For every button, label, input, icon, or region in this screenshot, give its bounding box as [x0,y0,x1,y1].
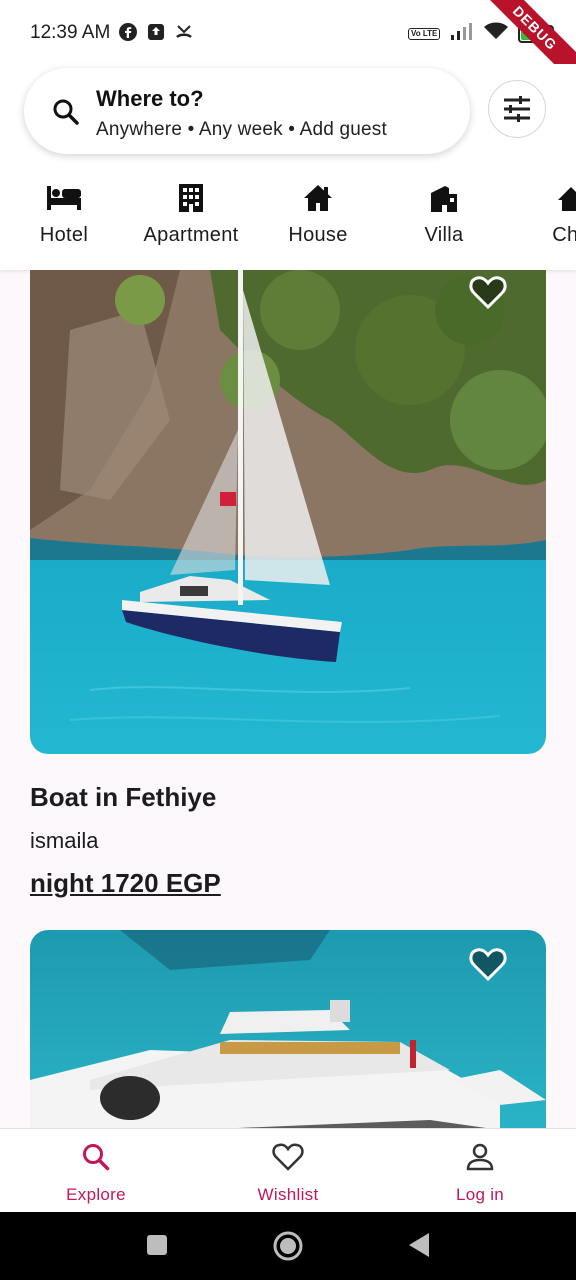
recents-icon[interactable] [146,1234,168,1256]
bottom-navigation: Explore Wishlist Log in [0,1128,576,1212]
system-navigation-bar [0,1212,576,1280]
chalet-icon [558,187,576,211]
explore-header: Where to? Anywhere • Any week • Add gues… [0,64,576,270]
person-icon [466,1143,494,1171]
heart-outline-icon [272,1143,304,1171]
home-icon[interactable] [272,1230,304,1262]
house-icon [304,185,332,211]
missed-call-icon [174,22,194,42]
boat-photo [30,270,546,754]
status-bar: 12:39 AM Vo LTE 49 DEBUG [0,0,576,90]
nav-explore[interactable]: Explore [26,1139,166,1205]
upload-icon [146,22,166,42]
bed-icon [47,186,81,210]
category-villa[interactable]: Villa [380,178,508,247]
search-subtitle: Anywhere • Any week • Add guest [96,119,387,140]
search-icon [53,99,79,125]
listing-title: Boat in Fethiye [30,782,217,812]
wishlist-heart-icon[interactable] [468,944,508,984]
category-label: Villa [424,224,464,246]
category-label: Apartment [143,224,239,246]
wishlist-heart-icon[interactable] [468,272,508,312]
villa-icon [431,186,457,212]
listing-feed: Boat in Fethiye ismaila night 1720 EGP [0,270,576,1128]
category-label: House [288,224,348,246]
search-icon [83,1144,110,1171]
signal-icon [450,22,474,45]
back-icon[interactable] [408,1232,430,1258]
category-label: Hotel [39,224,89,246]
volte-icon: Vo LTE [408,27,441,40]
nav-label: Log in [455,1185,505,1204]
status-time: 12:39 AM [30,22,111,43]
search-title: Where to? [96,86,204,111]
category-house[interactable]: House [254,178,382,247]
category-bar: Hotel Apartment House Villa Cha [0,178,576,268]
tune-icon [504,96,530,122]
listing-host: ismaila [30,828,99,853]
filter-button[interactable] [488,80,546,138]
wifi-icon [484,22,509,45]
category-label: Cha [552,224,576,246]
category-hotel[interactable]: Hotel [0,178,128,247]
nav-login[interactable]: Log in [410,1139,550,1205]
nav-label: Explore [66,1185,126,1204]
category-chalet[interactable]: Cha [507,178,576,247]
listing-photo[interactable] [30,270,546,754]
search-bar[interactable]: Where to? Anywhere • Any week • Add gues… [24,68,470,154]
nav-label: Wishlist [257,1185,319,1204]
building-icon [179,184,203,212]
nav-wishlist[interactable]: Wishlist [218,1139,358,1205]
facebook-icon [118,22,138,42]
listing-price[interactable]: night 1720 EGP [30,868,221,899]
category-apartment[interactable]: Apartment [127,178,255,247]
